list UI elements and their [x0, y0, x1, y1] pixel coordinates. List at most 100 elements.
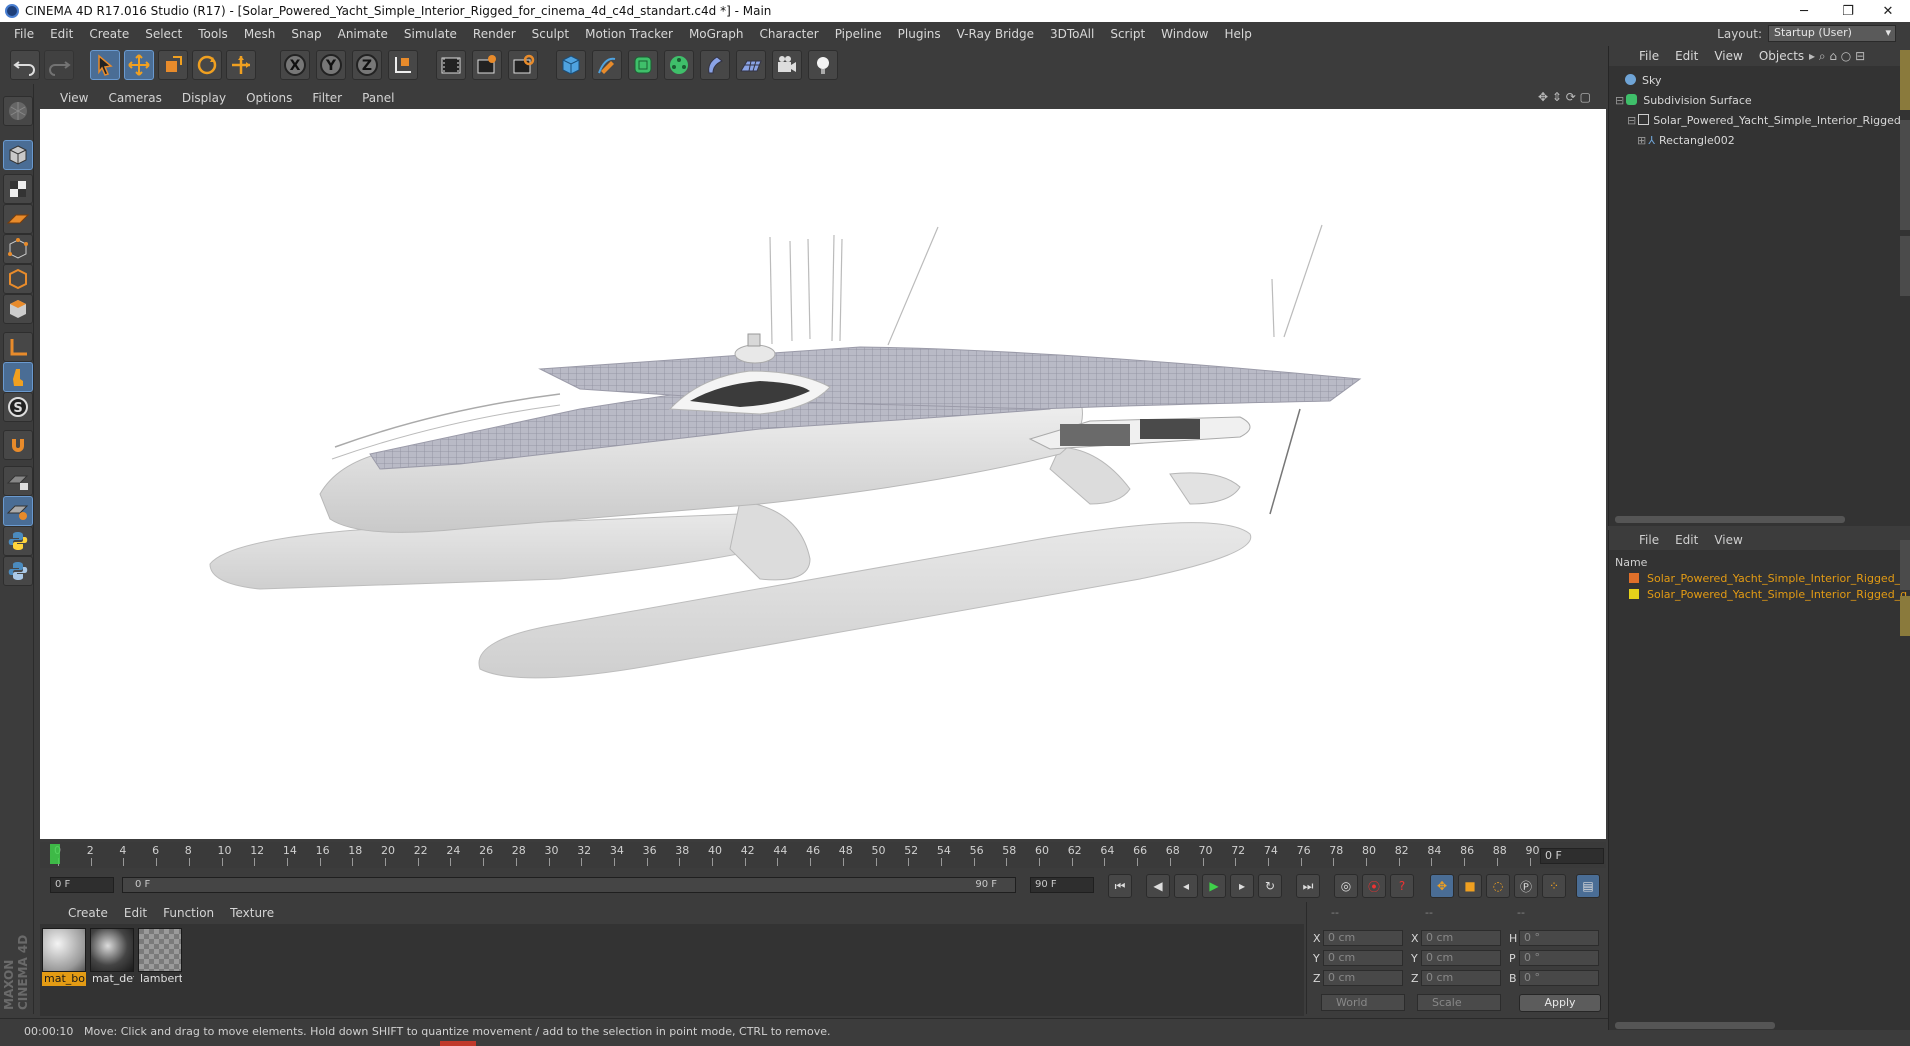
menu-motion-tracker[interactable]: Motion Tracker — [577, 27, 681, 41]
object-manager-tool-icons[interactable]: ▸ ⌕ ⌂ ○ ⊟ — [1809, 49, 1865, 64]
layer-menu-file[interactable]: File — [1631, 533, 1667, 547]
viewport-menu-options[interactable]: Options — [236, 91, 302, 105]
side-tab-structure[interactable] — [1900, 236, 1910, 296]
edges-mode-icon[interactable] — [3, 264, 33, 294]
coordinate-mode-dropdown[interactable]: World — [1321, 994, 1405, 1011]
rotate-icon[interactable] — [192, 50, 222, 80]
viewport-menu-display[interactable]: Display — [172, 91, 236, 105]
python-console-icon[interactable] — [3, 556, 33, 586]
viewport-menu-cameras[interactable]: Cameras — [98, 91, 171, 105]
key-pla-icon[interactable]: ⁘ — [1542, 874, 1566, 898]
size-y-field[interactable]: 0 cm — [1421, 950, 1501, 966]
z-axis-icon[interactable]: Z — [352, 50, 382, 80]
cube-icon[interactable] — [556, 50, 586, 80]
light-icon[interactable] — [808, 50, 838, 80]
subdivision-icon[interactable] — [628, 50, 658, 80]
timeline-ruler[interactable]: 0246810121416182022242628303234363840424… — [40, 842, 1606, 868]
magnet-icon[interactable] — [3, 430, 33, 460]
cloner-icon[interactable] — [664, 50, 694, 80]
object-row-rectangle[interactable]: ⊞ ⅄ Rectangle002 — [1637, 134, 1910, 152]
menu-script[interactable]: Script — [1102, 27, 1153, 41]
render-settings-icon[interactable] — [508, 50, 538, 80]
material-swatch[interactable]: mat_det — [90, 928, 134, 986]
menu-edit[interactable]: Edit — [42, 27, 81, 41]
coordinate-system-icon[interactable] — [388, 50, 418, 80]
size-z-field[interactable]: 0 cm — [1421, 970, 1501, 986]
object-row-yacht[interactable]: ⊟ Solar_Powered_Yacht_Simple_Interior_Rig… — [1627, 114, 1910, 132]
side-tab-content-browser[interactable] — [1900, 120, 1910, 230]
layer-menu-edit[interactable]: Edit — [1667, 533, 1706, 547]
horizontal-scrollbar[interactable] — [1615, 516, 1845, 523]
start-frame-field[interactable]: 0 F — [50, 877, 114, 893]
side-tab-layers[interactable] — [1900, 596, 1910, 636]
render-view-icon[interactable] — [436, 50, 466, 80]
menu-create[interactable]: Create — [81, 27, 137, 41]
render-picture-viewer-icon[interactable] — [472, 50, 502, 80]
object-menu-objects[interactable]: Objects — [1751, 49, 1812, 63]
loop-icon[interactable]: ↻ — [1258, 874, 1282, 898]
timeline-window-icon[interactable]: ▤ — [1576, 874, 1600, 898]
frame-range-slider[interactable]: 0 F 90 F — [122, 877, 1016, 893]
redo-icon[interactable] — [44, 50, 74, 80]
material-menu-texture[interactable]: Texture — [222, 906, 282, 920]
texture-mode-icon[interactable] — [3, 174, 33, 204]
model-mode-icon[interactable] — [3, 140, 33, 170]
menu-window[interactable]: Window — [1153, 27, 1216, 41]
previous-key-icon[interactable]: ◀ — [1146, 874, 1170, 898]
end-frame-field[interactable]: 90 F — [1030, 877, 1094, 893]
material-menu-edit[interactable]: Edit — [116, 906, 155, 920]
scale-mode-dropdown[interactable]: Scale — [1417, 994, 1501, 1011]
material-menu-function[interactable]: Function — [155, 906, 222, 920]
object-menu-view[interactable]: View — [1706, 49, 1750, 63]
object-row-subdivision[interactable]: ⊟ Subdivision Surface — [1615, 94, 1905, 112]
lock-workplane-icon[interactable] — [3, 466, 33, 496]
scale-icon[interactable] — [158, 50, 188, 80]
workplane-mode-icon[interactable] — [3, 204, 33, 234]
playhead[interactable] — [50, 844, 60, 864]
rotation-h-field[interactable]: 0 ° — [1519, 930, 1599, 946]
pen-icon[interactable] — [592, 50, 622, 80]
floor-icon[interactable] — [736, 50, 766, 80]
deformer-icon[interactable] — [700, 50, 730, 80]
position-z-field[interactable]: 0 cm — [1323, 970, 1403, 986]
menu-tools[interactable]: Tools — [190, 27, 236, 41]
go-to-start-icon[interactable]: ⏮ — [1108, 874, 1132, 898]
planar-workplane-icon[interactable] — [3, 496, 33, 526]
autokey-icon[interactable]: ⦿ — [1362, 874, 1386, 898]
viewport-menu-filter[interactable]: Filter — [302, 91, 352, 105]
position-x-field[interactable]: 0 cm — [1323, 930, 1403, 946]
layer-row[interactable]: Solar_Powered_Yacht_Simple_Interior_Rigg… — [1629, 588, 1910, 606]
menu-sculpt[interactable]: Sculpt — [524, 27, 577, 41]
live-selection-icon[interactable] — [90, 50, 120, 80]
side-tab-objects[interactable] — [1900, 50, 1910, 110]
close-icon[interactable]: ✕ — [1866, 0, 1910, 22]
apply-button[interactable]: Apply — [1519, 994, 1601, 1012]
keyframe-selection-icon[interactable]: ? — [1390, 874, 1414, 898]
side-tab-attributes[interactable] — [1900, 540, 1910, 590]
menu-character[interactable]: Character — [751, 27, 826, 41]
python-script-icon[interactable] — [3, 526, 33, 556]
horizontal-scrollbar[interactable] — [1615, 1022, 1775, 1029]
points-mode-icon[interactable] — [3, 234, 33, 264]
menu-snap[interactable]: Snap — [283, 27, 329, 41]
menu-select[interactable]: Select — [137, 27, 190, 41]
expand-icon[interactable]: ⊞ — [1637, 134, 1646, 147]
menu-animate[interactable]: Animate — [330, 27, 396, 41]
object-row-sky[interactable]: Sky — [1625, 74, 1910, 92]
axis-mode-icon[interactable] — [3, 332, 33, 362]
menu-simulate[interactable]: Simulate — [396, 27, 465, 41]
size-x-field[interactable]: 0 cm — [1421, 930, 1501, 946]
current-frame-field[interactable]: 0 F — [1540, 848, 1604, 864]
layer-menu-view[interactable]: View — [1706, 533, 1750, 547]
menu-mesh[interactable]: Mesh — [236, 27, 284, 41]
record-keys-icon[interactable]: ◎ — [1334, 874, 1358, 898]
undo-icon[interactable] — [10, 50, 40, 80]
3d-viewport[interactable] — [40, 109, 1606, 839]
viewport-menu-view[interactable]: View — [50, 91, 98, 105]
menu-file[interactable]: File — [6, 27, 42, 41]
x-axis-icon[interactable]: X — [280, 50, 310, 80]
move-axis-icon[interactable] — [226, 50, 256, 80]
menu-3dtoall[interactable]: 3DToAll — [1042, 27, 1102, 41]
go-to-end-icon[interactable]: ⏭ — [1296, 874, 1320, 898]
material-menu-create[interactable]: Create — [60, 906, 116, 920]
